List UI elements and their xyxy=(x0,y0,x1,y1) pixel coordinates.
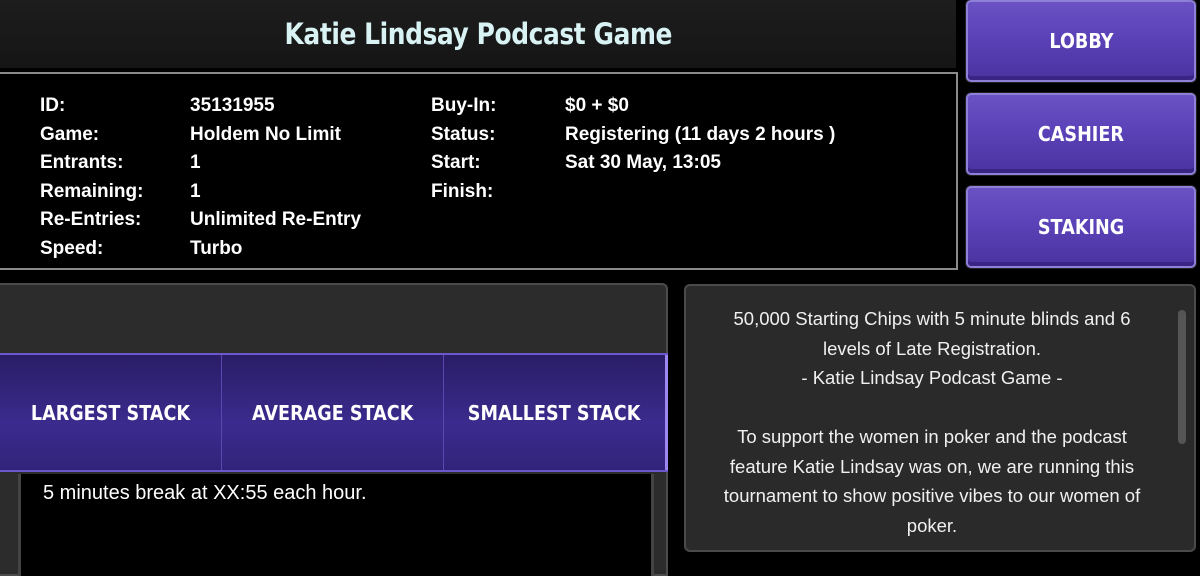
tab-smallest-stack-label: SMALLEST STACK xyxy=(468,400,641,425)
info-row-id: ID: 35131955 xyxy=(40,92,361,121)
info-row-status: Status: Registering (11 days 2 hours ) xyxy=(431,121,835,150)
description-line: - Katie Lindsay Podcast Game - xyxy=(801,367,1063,388)
info-label: Finish: xyxy=(431,180,494,202)
description-line: To support the women in poker and the po… xyxy=(737,426,1127,447)
stack-tab-bar: LARGEST STACK AVERAGE STACK SMALLEST STA… xyxy=(0,353,668,472)
info-value: 1 xyxy=(190,180,201,202)
info-value: $0 + $0 xyxy=(565,95,629,116)
info-row-game: Game: Holdem No Limit xyxy=(40,121,361,150)
break-note: 5 minutes break at XX:55 each hour. xyxy=(43,482,367,504)
header-bar: Katie Lindsay Podcast Game xyxy=(0,0,956,68)
staking-button[interactable]: STAKING xyxy=(966,186,1196,268)
tab-average-stack[interactable]: AVERAGE STACK xyxy=(222,355,444,470)
info-label: Entrants: xyxy=(40,152,124,174)
info-label: Remaining: xyxy=(40,180,144,202)
info-value: Registering (11 days 2 hours ) xyxy=(565,123,836,145)
description-panel[interactable]: 50,000 Starting Chips with 5 minute blin… xyxy=(684,284,1196,552)
info-right-column: Buy-In: $0 + $0 Status: Registering (11 … xyxy=(431,92,835,206)
lobby-button-label: LOBBY xyxy=(1048,29,1114,53)
info-value: Holdem No Limit xyxy=(190,123,341,145)
info-value: Turbo xyxy=(190,237,243,259)
description-line: 50,000 Starting Chips with 5 minute blin… xyxy=(733,308,1131,329)
break-info-area: 5 minutes break at XX:55 each hour. xyxy=(18,474,654,576)
tournament-info-panel: ID: 35131955 Game: Holdem No Limit Entra… xyxy=(0,72,958,270)
page-title: Katie Lindsay Podcast Game xyxy=(284,17,672,51)
staking-button-label: STAKING xyxy=(1037,215,1125,239)
tab-largest-stack[interactable]: LARGEST STACK xyxy=(0,355,222,470)
info-label: Speed: xyxy=(40,237,104,259)
info-row-start: Start: Sat 30 May, 13:05 xyxy=(431,149,835,178)
cashier-button[interactable]: CASHIER xyxy=(966,93,1196,175)
description-text: 50,000 Starting Chips with 5 minute blin… xyxy=(686,304,1178,540)
info-label: ID: xyxy=(40,95,66,116)
info-value: 35131955 xyxy=(190,95,275,116)
info-label: Buy-In: xyxy=(431,95,497,116)
info-value: 1 xyxy=(190,152,201,174)
info-row-speed: Speed: Turbo xyxy=(40,235,361,264)
info-label: Status: xyxy=(431,123,496,145)
description-scrollbar[interactable] xyxy=(1178,310,1186,444)
info-label: Game: xyxy=(40,123,100,145)
tab-largest-stack-label: LARGEST STACK xyxy=(30,400,191,425)
info-row-reentries: Re-Entries: Unlimited Re-Entry xyxy=(40,206,361,235)
info-row-entrants: Entrants: 1 xyxy=(40,149,361,178)
info-value: Sat 30 May, 13:05 xyxy=(565,152,721,174)
description-line: feature Katie Lindsay was on, we are run… xyxy=(729,455,1135,477)
cashier-button-label: CASHIER xyxy=(1037,122,1125,146)
description-line: levels of Late Registration. xyxy=(822,337,1041,359)
info-value: Unlimited Re-Entry xyxy=(190,209,362,231)
description-line: tournament to show positive vibes to our… xyxy=(723,485,1141,506)
tab-smallest-stack[interactable]: SMALLEST STACK xyxy=(444,355,668,470)
description-line: poker. xyxy=(906,514,958,536)
tab-average-stack-label: AVERAGE STACK xyxy=(251,400,414,425)
info-row-remaining: Remaining: 1 xyxy=(40,178,361,207)
info-row-finish: Finish: xyxy=(431,178,835,207)
info-label: Re-Entries: xyxy=(40,209,142,231)
lobby-button[interactable]: LOBBY xyxy=(966,0,1196,82)
info-row-buyin: Buy-In: $0 + $0 xyxy=(431,92,835,121)
info-left-column: ID: 35131955 Game: Holdem No Limit Entra… xyxy=(40,92,361,264)
info-label: Start: xyxy=(431,152,481,174)
